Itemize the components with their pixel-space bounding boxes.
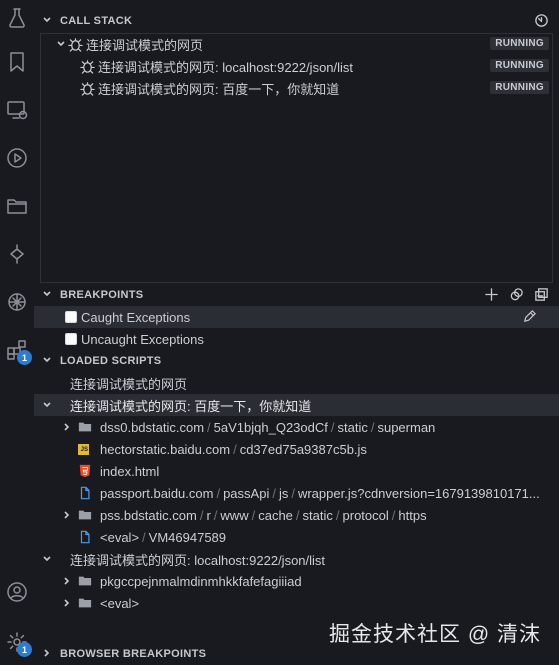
uncaught-exceptions-checkbox[interactable] <box>65 333 77 345</box>
folder-icon <box>78 420 100 434</box>
html-file-icon <box>78 464 100 478</box>
run-debug-icon[interactable] <box>3 144 31 172</box>
script-file[interactable]: <eval> / VM46947589 <box>34 526 559 548</box>
folder-icon <box>78 596 100 610</box>
chevron-down-icon <box>54 39 68 49</box>
breakpoint-caught[interactable]: Caught Exceptions <box>34 306 559 328</box>
toggle-breakpoints-icon[interactable] <box>509 287 524 305</box>
openai-icon[interactable] <box>3 288 31 316</box>
script-file[interactable]: index.html <box>34 460 559 482</box>
browser-breakpoints-title: BROWSER BREAKPOINTS <box>60 648 207 660</box>
loaded-scripts-title: LOADED SCRIPTS <box>60 355 162 367</box>
call-stack-root[interactable]: 连接调试模式的网页 RUNNING <box>34 33 559 55</box>
status-badge: RUNNING <box>490 59 549 72</box>
script-folder[interactable]: dss0.bdstatic.com/5aV1bjqh_Q23odCf / stati… <box>34 416 559 438</box>
chevron-right-icon <box>34 648 52 661</box>
call-stack-item[interactable]: 连接调试模式的网页: localhost:9222/json/list RUNN… <box>34 55 559 77</box>
file-icon <box>78 530 100 544</box>
edit-pencil-icon[interactable] <box>522 309 537 327</box>
call-stack-item[interactable]: 连接调试模式的网页: 百度一下，你就知道 RUNNING <box>34 77 559 99</box>
script-session[interactable]: 连接调试模式的网页: 百度一下，你就知道 <box>34 394 559 416</box>
script-folder[interactable]: pkgccpejnmalmdinmhkkfafefagiiiad <box>34 570 559 592</box>
folder-icon <box>78 574 100 588</box>
chevron-down-icon <box>40 400 54 410</box>
bookmark-icon[interactable] <box>3 48 31 76</box>
chevron-right-icon <box>60 510 74 520</box>
breakpoint-uncaught[interactable]: Uncaught Exceptions <box>34 328 559 350</box>
extensions-badge: 1 <box>17 350 32 365</box>
breakpoints-header[interactable]: BREAKPOINTS <box>34 284 559 306</box>
git-icon[interactable] <box>3 240 31 268</box>
watermark: 掘金技术社区 @ 清沫 <box>329 623 541 646</box>
debug-side-panel: CALL STACK 连接调试模式的网页 RUNNING 连接调试模式的网页: … <box>34 0 559 665</box>
status-badge: RUNNING <box>490 37 549 50</box>
remote-explorer-icon[interactable] <box>3 96 31 124</box>
js-file-icon: JS <box>78 443 100 455</box>
call-stack-header[interactable]: CALL STACK <box>34 10 559 32</box>
chevron-down-icon <box>34 15 52 28</box>
breakpoints-title: BREAKPOINTS <box>60 289 144 301</box>
script-session[interactable]: 连接调试模式的网页: localhost:9222/json/list <box>34 548 559 570</box>
status-badge: RUNNING <box>490 81 549 94</box>
folder-icon <box>78 508 100 522</box>
bug-icon <box>80 59 98 74</box>
activity-bar: 1 1 <box>0 0 34 665</box>
call-stack-title: CALL STACK <box>60 15 133 27</box>
script-file[interactable]: passport.baidu.com / passApi / js / wrapper.js… <box>34 482 559 504</box>
flask-icon[interactable] <box>3 4 31 32</box>
file-icon <box>78 486 100 500</box>
script-folder[interactable]: pss.bdstatic.com / r / www / cache / static / prot… <box>34 504 559 526</box>
chevron-right-icon <box>60 598 74 608</box>
add-icon[interactable] <box>484 287 499 305</box>
chevron-down-icon <box>40 554 54 564</box>
chevron-down-icon <box>34 355 52 368</box>
chevron-down-icon <box>34 289 52 302</box>
collapse-all-icon[interactable] <box>534 13 549 31</box>
chevron-right-icon <box>60 576 74 586</box>
bug-icon <box>68 37 86 52</box>
script-session[interactable]: 连接调试模式的网页 <box>34 372 559 394</box>
caught-exceptions-checkbox[interactable] <box>65 311 77 323</box>
script-file[interactable]: JS hectorstatic.baidu.com / cd37ed75a9387c… <box>34 438 559 460</box>
loaded-scripts-header[interactable]: LOADED SCRIPTS <box>34 350 559 372</box>
folder-icon[interactable] <box>3 192 31 220</box>
script-folder[interactable]: <eval> <box>34 592 559 614</box>
account-icon[interactable] <box>3 578 31 606</box>
bug-icon <box>80 81 98 96</box>
settings-badge: 1 <box>17 642 32 657</box>
chevron-right-icon <box>60 422 74 432</box>
collapse-icon[interactable] <box>534 287 549 305</box>
